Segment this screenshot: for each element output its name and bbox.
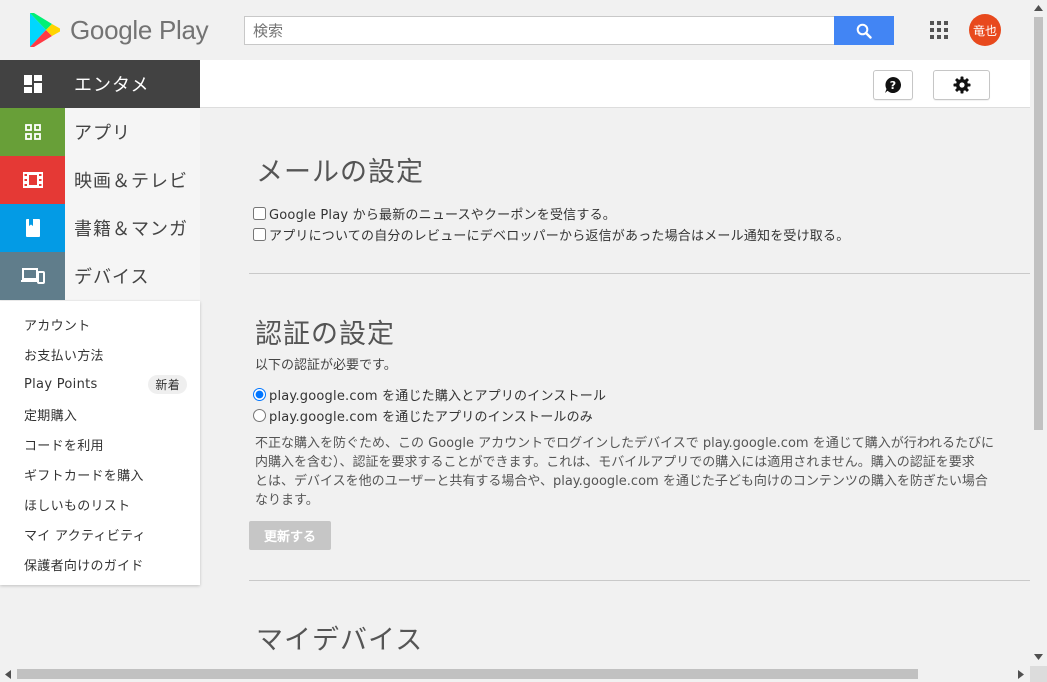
- auth-installs-only-radio[interactable]: [253, 409, 266, 422]
- sidebar-item-label: 映画＆テレビ: [74, 171, 188, 192]
- main-content: メールの設定 Google Play から最新のニュースやクーポンを受信する。 …: [249, 108, 1030, 666]
- auth-installs-only-label: play.google.com を通じたアプリのインストールのみ: [269, 410, 593, 425]
- sidebar: エンタメ アプリ 映画＆テレビ 書籍＆マンガ デバイス アカウント お支払い方法…: [0, 60, 200, 585]
- auth-all-purchases-label: play.google.com を通じた購入とアプリのインストール: [269, 389, 607, 404]
- scroll-right-arrow-icon[interactable]: [1018, 670, 1024, 679]
- auth-settings-title: 認証の設定: [255, 319, 395, 350]
- sidebar-item-books[interactable]: 書籍＆マンガ: [0, 204, 200, 252]
- sidebar-link-payment-methods[interactable]: お支払い方法: [0, 339, 200, 369]
- email-review-reply-option[interactable]: アプリについての自分のレビューにデベロッパーから返信があった場合はメール通知を受…: [253, 225, 849, 244]
- sidebar-link-buy-gift-card[interactable]: ギフトカードを購入: [0, 459, 200, 489]
- new-badge: 新着: [148, 374, 187, 394]
- avatar[interactable]: 竜也: [969, 14, 1001, 46]
- devices-icon: [20, 268, 45, 284]
- auth-description: 不正な購入を防ぐため、この Google アカウントでログインしたデバイスで p…: [255, 434, 1030, 510]
- film-icon: [22, 172, 43, 188]
- sidebar-item-devices[interactable]: デバイス: [0, 252, 200, 300]
- vertical-scroll-thumb[interactable]: [1034, 17, 1043, 430]
- svg-text:?: ?: [890, 79, 896, 92]
- auth-required-label: 以下の認証が必要です。: [255, 358, 397, 373]
- sidebar-link-label: Play Points: [24, 376, 98, 392]
- action-strip: ?: [200, 60, 1030, 108]
- apps-grid-icon: [24, 124, 41, 140]
- sidebar-item-label: 書籍＆マンガ: [74, 219, 188, 240]
- sidebar-item-movies[interactable]: 映画＆テレビ: [0, 156, 200, 204]
- my-devices-title: マイデバイス: [256, 625, 424, 656]
- auth-description-line: 不正な購入を防ぐため、この Google アカウントでログインしたデバイスで p…: [255, 436, 995, 451]
- sidebar-link-redeem[interactable]: コードを利用: [0, 429, 200, 459]
- update-button[interactable]: 更新する: [249, 521, 331, 550]
- auth-description-line: 内購入を含む）、認証を要求することができます。これは、モバイルアプリでの購入には…: [255, 455, 975, 470]
- auth-installs-only-option[interactable]: play.google.com を通じたアプリのインストールのみ: [253, 406, 593, 425]
- help-icon: ?: [885, 76, 902, 93]
- email-news-option[interactable]: Google Play から最新のニュースやクーポンを受信する。: [253, 204, 616, 223]
- section-divider: [249, 273, 1030, 274]
- scroll-left-arrow-icon[interactable]: [5, 670, 11, 679]
- sidebar-item-label: アプリ: [74, 123, 131, 144]
- sidebar-link-wishlist[interactable]: ほしいものリスト: [0, 489, 200, 519]
- google-play-logo[interactable]: Google Play: [28, 11, 209, 49]
- settings-button[interactable]: [933, 70, 990, 100]
- sidebar-link-account[interactable]: アカウント: [0, 309, 200, 339]
- sidebar-item-label: デバイス: [74, 267, 150, 288]
- sidebar-link-play-points[interactable]: Play Points 新着: [0, 369, 200, 399]
- sidebar-item-label: エンタメ: [74, 75, 150, 96]
- horizontal-scrollbar[interactable]: [0, 666, 1030, 682]
- search-bar: [244, 16, 894, 45]
- auth-description-line: とは、デバイスを他のユーザーと共有する場合や、play.google.com を…: [255, 474, 988, 489]
- email-review-reply-label: アプリについての自分のレビューにデベロッパーから返信があった場合はメール通知を受…: [269, 229, 850, 244]
- email-news-label: Google Play から最新のニュースやクーポンを受信する。: [269, 208, 616, 223]
- scrollbar-corner: [1030, 666, 1047, 682]
- section-divider: [249, 580, 1030, 581]
- sidebar-item-entertainment[interactable]: エンタメ: [0, 60, 200, 108]
- auth-description-line: なります。: [255, 493, 319, 508]
- scroll-up-arrow-icon[interactable]: [1034, 5, 1043, 11]
- sidebar-item-apps[interactable]: アプリ: [0, 108, 200, 156]
- email-review-reply-checkbox[interactable]: [253, 228, 266, 241]
- sidebar-link-parent-guide[interactable]: 保護者向けのガイド: [0, 549, 200, 579]
- auth-all-purchases-option[interactable]: play.google.com を通じた購入とアプリのインストール: [253, 385, 606, 404]
- search-button[interactable]: [834, 16, 894, 45]
- play-triangle-icon: [30, 13, 60, 47]
- search-input[interactable]: [244, 16, 834, 45]
- scroll-down-arrow-icon[interactable]: [1034, 654, 1043, 660]
- sidebar-link-my-activity[interactable]: マイ アクティビティ: [0, 519, 200, 549]
- sidebar-link-subscriptions[interactable]: 定期購入: [0, 399, 200, 429]
- dashboard-icon: [23, 75, 42, 93]
- top-bar: Google Play 竜也: [0, 0, 1030, 60]
- gear-icon: [953, 76, 970, 94]
- vertical-scrollbar[interactable]: [1030, 0, 1047, 666]
- book-icon: [25, 219, 40, 237]
- auth-all-purchases-radio[interactable]: [253, 388, 266, 401]
- horizontal-scroll-thumb[interactable]: [17, 669, 918, 679]
- google-apps-icon[interactable]: [930, 21, 948, 39]
- account-menu: アカウント お支払い方法 Play Points 新着 定期購入 コードを利用 …: [0, 301, 200, 585]
- email-news-checkbox[interactable]: [253, 207, 266, 220]
- email-settings-title: メールの設定: [256, 157, 424, 188]
- search-icon: [856, 23, 872, 39]
- help-button[interactable]: ?: [873, 70, 913, 100]
- logo-text: Google Play: [70, 14, 209, 45]
